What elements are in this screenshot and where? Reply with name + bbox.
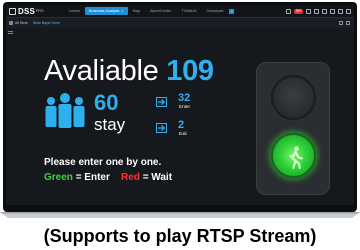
tab-map[interactable]: Map [128,9,145,13]
close-window-icon[interactable] [346,8,351,14]
enter-icon [156,97,167,107]
top-navigation-bar: DSS PRO Levels Business Analysis × Map Al… [6,5,354,18]
signal-lamp-green-on [271,133,316,178]
traffic-signal [256,62,330,195]
fullscreen-icon[interactable] [346,21,350,25]
tab-tv-matrix[interactable]: TVMatrix [176,9,201,13]
tab-alarm-center[interactable]: AlarmCenter [145,9,176,13]
monitor-frame: DSS PRO Levels Business Analysis × Map Al… [3,2,357,212]
brand-logo-icon [9,7,16,15]
exit-label: Exit [179,131,187,136]
walking-person-icon [289,146,303,169]
tab-label: Business Analysis [88,9,120,13]
stay-count: 60 [94,90,119,115]
menu-icon[interactable] [8,31,13,34]
minimize-icon[interactable] [330,8,335,14]
edit-icon[interactable] [339,21,343,25]
monitor-stand [0,212,360,218]
signal-legend: Green = Enter Red = Wait [44,172,172,183]
bell-icon[interactable] [286,8,292,14]
people-group-icon [45,93,85,128]
maximize-icon[interactable] [338,8,343,14]
legend-green-meaning: = Enter [75,172,110,183]
stay-label: stay [94,115,126,134]
tab-levels[interactable]: Levels [64,9,85,13]
legend-red: Red [121,172,140,183]
exit-count: 2 [178,119,185,131]
available-heading: Avaliable 109 [44,55,214,88]
breadcrumb-current[interactable]: Store Bayer Hove [33,21,60,25]
close-icon[interactable]: × [121,9,123,13]
tab-business-analysis[interactable]: Business Analysis × [84,7,128,15]
caption: (Supports to play RTSP Stream) [43,226,317,246]
breadcrumb-root[interactable]: All Store [15,21,28,25]
legend-red-meaning: = Wait [142,172,173,183]
tab-download[interactable]: Download [202,9,229,13]
brand-name: DSS [18,6,36,16]
add-tab-button[interactable]: + [229,8,235,14]
available-count: 109 [166,55,214,87]
top-right-tools: 99+ [286,8,354,14]
brand-suffix: PRO [36,8,44,13]
brand: DSS PRO [6,7,64,16]
legend-green: Green [44,172,73,183]
instruction-message: Please enter one by one. [44,157,162,168]
user-icon[interactable] [314,8,319,14]
enter-label: Enter [179,104,190,109]
store-icon [9,21,13,25]
window-icon[interactable] [322,8,327,14]
alarm-count-badge[interactable]: 99+ [294,8,303,14]
subbar-tools [339,21,354,25]
app-screen: DSS PRO Levels Business Analysis × Map Al… [6,5,354,205]
available-label: Avaliable [44,55,159,87]
enter-count: 32 [178,92,191,104]
breadcrumb-bar: All Store Store Bayer Hove [6,18,354,28]
gear-icon[interactable] [306,8,311,14]
exit-icon [156,123,167,133]
signal-lamp-red-off [271,75,316,120]
